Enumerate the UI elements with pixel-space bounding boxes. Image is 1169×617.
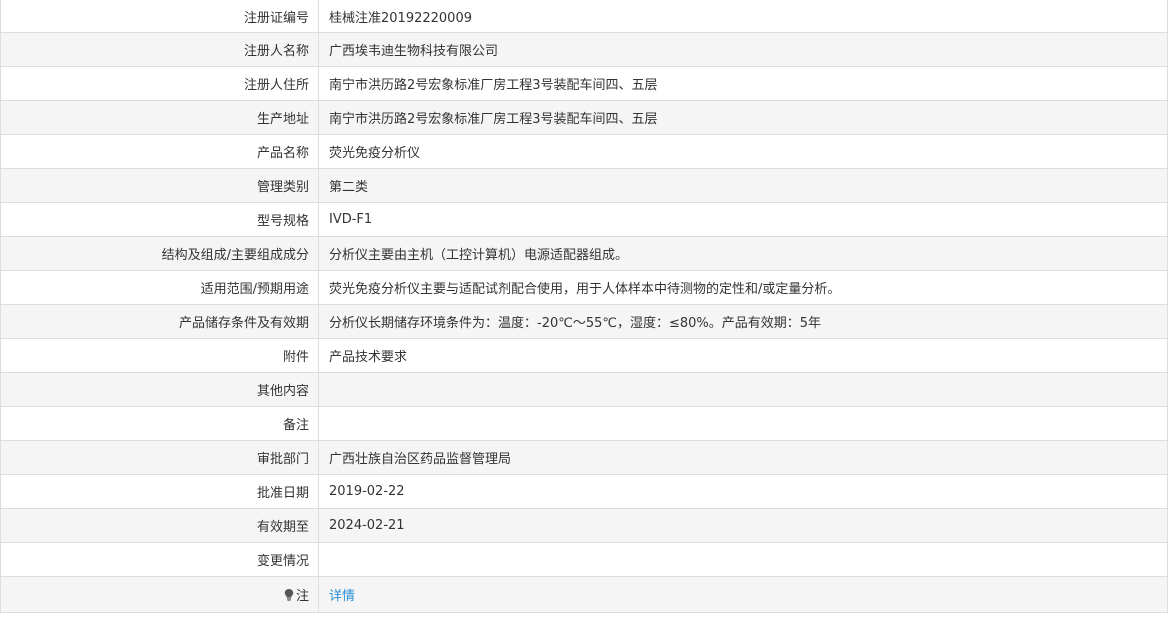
field-label: 注册人名称: [0, 32, 319, 67]
table-row: 有效期至 2024-02-21: [0, 508, 1168, 543]
table-row: 审批部门 广西壮族自治区药品监督管理局: [0, 440, 1168, 475]
note-label: 注: [295, 588, 309, 604]
field-label: 变更情况: [0, 542, 319, 577]
field-value: 分析仪长期储存环境条件为：温度：-20℃～55℃，湿度：≤80%。产品有效期：5…: [318, 304, 1168, 339]
field-value: [318, 542, 1168, 577]
field-label: 生产地址: [0, 100, 319, 135]
field-label: 其他内容: [0, 372, 319, 407]
table-row: 结构及组成/主要组成成分 分析仪主要由主机（工控计算机）电源适配器组成。: [0, 236, 1168, 271]
field-value: 南宁市洪历路2号宏象标准厂房工程3号装配车间四、五层: [318, 66, 1168, 101]
field-label: 注册人住所: [0, 66, 319, 101]
field-value: [318, 372, 1168, 407]
field-label: 备注: [0, 406, 319, 441]
table-row: 变更情况: [0, 542, 1168, 577]
table-row: 注册人住所 南宁市洪历路2号宏象标准厂房工程3号装配车间四、五层: [0, 66, 1168, 101]
details-link[interactable]: 详情: [329, 589, 355, 604]
field-value: 产品技术要求: [318, 338, 1168, 373]
field-label: 型号规格: [0, 202, 319, 237]
field-label: 结构及组成/主要组成成分: [0, 236, 319, 271]
table-row: 批准日期 2019-02-22: [0, 474, 1168, 509]
field-label: 有效期至: [0, 508, 319, 543]
field-label: 产品名称: [0, 134, 319, 169]
field-label: 产品储存条件及有效期: [0, 304, 319, 339]
field-value: IVD-F1: [318, 202, 1168, 237]
note-value-cell: 详情: [318, 576, 1168, 613]
table-row: 附件 产品技术要求: [0, 338, 1168, 373]
table-row: 产品名称 荧光免疫分析仪: [0, 134, 1168, 169]
note-row: 注 详情: [0, 576, 1168, 613]
lightbulb-icon: [284, 588, 294, 601]
field-value: 广西壮族自治区药品监督管理局: [318, 440, 1168, 475]
note-label-cell: 注: [0, 576, 319, 613]
table-row: 管理类别 第二类: [0, 168, 1168, 203]
field-label: 审批部门: [0, 440, 319, 475]
field-label: 附件: [0, 338, 319, 373]
field-label: 批准日期: [0, 474, 319, 509]
field-value: 分析仪主要由主机（工控计算机）电源适配器组成。: [318, 236, 1168, 271]
field-value: 荧光免疫分析仪: [318, 134, 1168, 169]
table-row: 生产地址 南宁市洪历路2号宏象标准厂房工程3号装配车间四、五层: [0, 100, 1168, 135]
field-value: 荧光免疫分析仪主要与适配试剂配合使用，用于人体样本中待测物的定性和/或定量分析。: [318, 270, 1168, 305]
field-value: 南宁市洪历路2号宏象标准厂房工程3号装配车间四、五层: [318, 100, 1168, 135]
table-row: 产品储存条件及有效期 分析仪长期储存环境条件为：温度：-20℃～55℃，湿度：≤…: [0, 304, 1168, 339]
field-value: 桂械注准20192220009: [318, 0, 1168, 33]
table-row: 备注: [0, 406, 1168, 441]
registration-record-table: 注册证编号 桂械注准20192220009 注册人名称 广西埃韦迪生物科技有限公…: [0, 0, 1168, 613]
table-row: 注册证编号 桂械注准20192220009: [0, 0, 1168, 33]
field-value: 2019-02-22: [318, 474, 1168, 509]
field-value: 2024-02-21: [318, 508, 1168, 543]
table-row: 型号规格 IVD-F1: [0, 202, 1168, 237]
field-label: 管理类别: [0, 168, 319, 203]
field-label: 适用范围/预期用途: [0, 270, 319, 305]
field-value: 广西埃韦迪生物科技有限公司: [318, 32, 1168, 67]
table-row: 适用范围/预期用途 荧光免疫分析仪主要与适配试剂配合使用，用于人体样本中待测物的…: [0, 270, 1168, 305]
note-label-wrap: 注: [283, 585, 309, 604]
table-row: 注册人名称 广西埃韦迪生物科技有限公司: [0, 32, 1168, 67]
field-value: 第二类: [318, 168, 1168, 203]
field-label: 注册证编号: [0, 0, 319, 33]
table-row: 其他内容: [0, 372, 1168, 407]
field-value: [318, 406, 1168, 441]
